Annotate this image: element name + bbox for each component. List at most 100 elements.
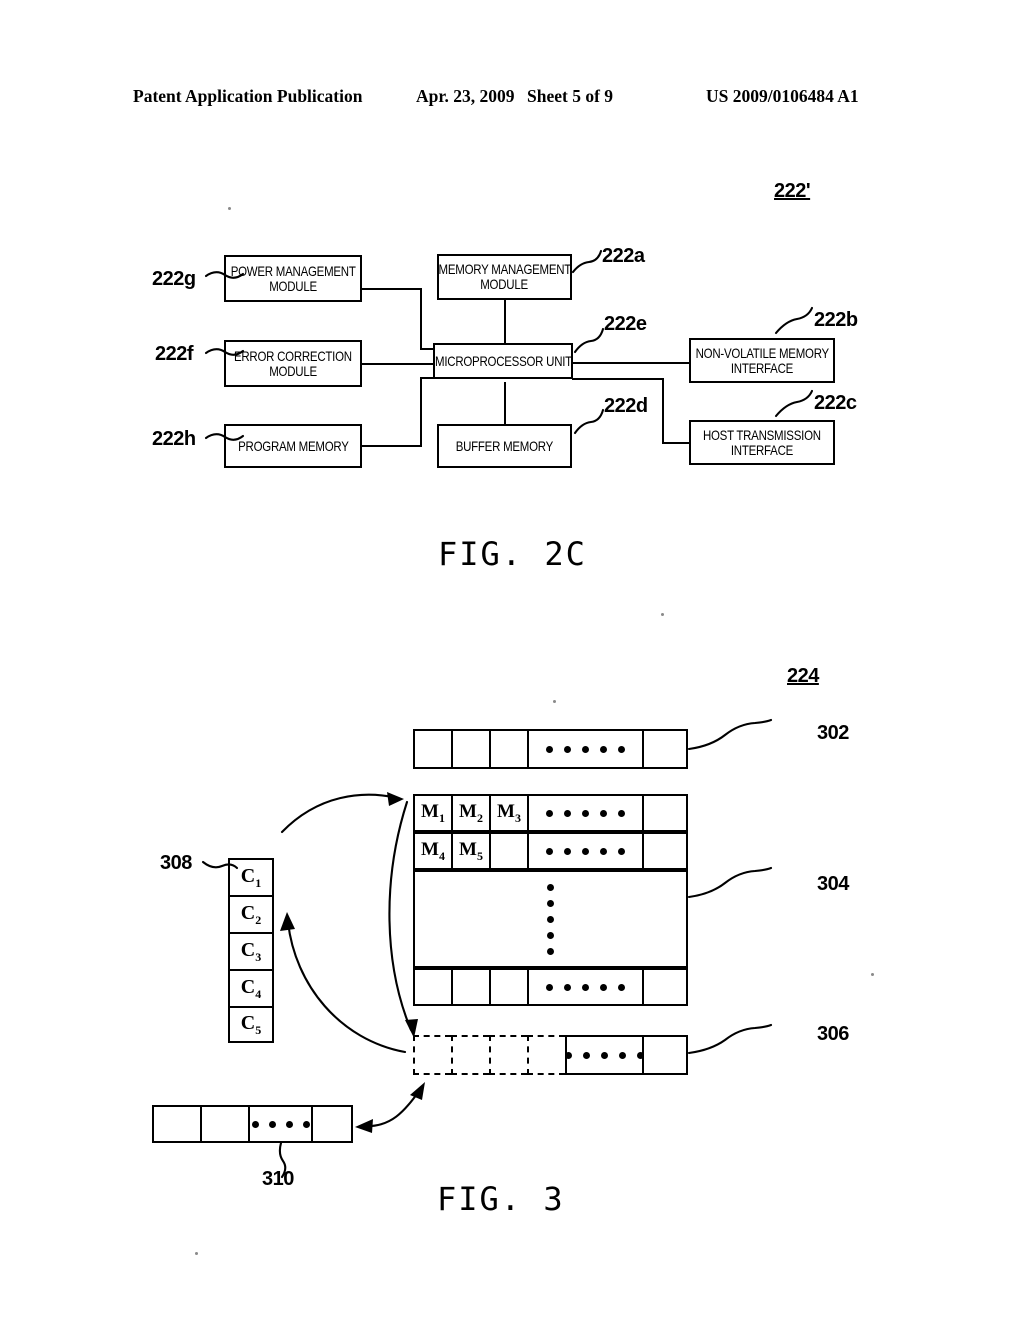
table-304-row-2: M4 M5: [413, 832, 688, 870]
block-error-correction-module-line1: ERROR CORRECTION: [234, 347, 352, 364]
conn-progmem-to-mpu-h: [362, 445, 422, 447]
block-host-transmission-interface-line2: INTERFACE: [730, 441, 794, 458]
block-memory-management-module-line2: MODULE: [480, 276, 529, 292]
ref-222d: 222d: [604, 395, 648, 417]
table-304-cell-m3: M3: [489, 794, 527, 832]
scan-speck: [195, 1252, 198, 1255]
row-310: [152, 1105, 353, 1143]
conn-mpu-to-buffer: [504, 382, 506, 425]
ref-304: 304: [817, 873, 849, 895]
leader-306: [687, 1023, 773, 1055]
figure-2c-caption: FIG. 2C: [438, 535, 587, 573]
dots-group: [546, 809, 625, 817]
block-error-correction-module-line2: MODULE: [269, 362, 317, 379]
label-m4: M4: [421, 838, 445, 863]
label-m5: M5: [459, 838, 483, 863]
row-302: [413, 729, 688, 769]
ref-222-prime: 222': [774, 180, 811, 202]
conn-memmgmt-to-mpu: [504, 299, 506, 344]
row-306: [413, 1035, 688, 1075]
conn-power-to-mpu-h: [362, 288, 422, 290]
label-c2: C2: [240, 901, 262, 927]
scan-speck: [661, 613, 664, 616]
arrow-306-to-308: [286, 920, 407, 1054]
vertical-dots-group: [547, 883, 554, 955]
arrowhead-308-to-304: [387, 792, 404, 806]
leader-222d: [573, 408, 605, 435]
column-308-cell-c4: C4: [228, 969, 274, 1006]
leader-304: [687, 866, 773, 899]
conn-progmem-to-mpu-v: [420, 377, 422, 447]
table-304-cell: [489, 968, 527, 1006]
conn-mpu-to-host-h2: [662, 442, 690, 444]
block-error-correction-module: ERROR CORRECTION MODULE: [224, 340, 362, 387]
ref-222f: 222f: [155, 343, 194, 365]
leader-222b: [774, 306, 814, 335]
label-m2: M2: [459, 800, 483, 825]
label-c1: C1: [240, 864, 262, 890]
row-302-dots-cell: [527, 729, 642, 769]
leader-302: [687, 718, 773, 751]
conn-mpu-to-nvm: [572, 362, 689, 364]
conn-power-to-mpu-v: [420, 288, 422, 350]
block-host-transmission-interface-line1: HOST TRANSMISSION: [703, 426, 821, 443]
leader-222c: [774, 389, 814, 418]
dots-group: [546, 983, 625, 991]
label-m1: M1: [421, 800, 445, 825]
column-308-cell-c3: C3: [228, 932, 274, 969]
block-non-volatile-memory-interface-line2: INTERFACE: [730, 359, 794, 376]
table-304-dots-cell: [527, 968, 642, 1006]
row-302-cell: [489, 729, 527, 769]
scan-speck: [228, 207, 231, 210]
arrowhead-310-right: [410, 1082, 425, 1100]
row-310-cell: [200, 1105, 248, 1143]
row-310-dots-cell: [248, 1105, 311, 1143]
block-microprocessor-unit: MICROPROCESSOR UNIT: [433, 343, 573, 379]
block-memory-management-module: MEMORY MANAGEMENT MODULE: [437, 254, 572, 300]
block-buffer-memory: BUFFER MEMORY: [437, 424, 572, 468]
table-304-row-1: M1 M2 M3: [413, 794, 688, 832]
conn-mpu-to-host-h: [572, 378, 664, 380]
row-306-cell: [642, 1035, 688, 1075]
table-304-cell: [642, 794, 688, 832]
arrow-310-link: [361, 1088, 422, 1128]
table-304-dots-cell: [527, 794, 642, 832]
row-306-dashed-cell: [413, 1035, 451, 1075]
ref-222h: 222h: [152, 428, 196, 450]
label-m3: M3: [497, 800, 521, 825]
table-304-cell: [642, 832, 688, 870]
block-host-transmission-interface: HOST TRANSMISSION INTERFACE: [689, 420, 835, 465]
block-non-volatile-memory-interface: NON-VOLATILE MEMORY INTERFACE: [689, 338, 835, 383]
block-power-management-module-line2: MODULE: [269, 277, 317, 294]
header-date: Apr. 23, 2009: [416, 86, 515, 106]
ref-224: 224: [787, 665, 819, 687]
scan-speck: [553, 700, 556, 703]
table-304-cell: [642, 968, 688, 1006]
row-306-dots-cell: [565, 1035, 644, 1075]
table-304-cell: [413, 968, 451, 1006]
ref-222c: 222c: [814, 392, 857, 414]
table-304-cell: [451, 968, 489, 1006]
table-304-cell-m5: M5: [451, 832, 489, 870]
column-308-cell-c2: C2: [228, 895, 274, 932]
header-publication: Patent Application Publication: [133, 86, 363, 106]
arrow-304-to-306: [388, 800, 413, 1032]
leader-222a: [571, 249, 603, 274]
header-patent-number: US 2009/0106484 A1: [706, 86, 859, 106]
scan-speck: [871, 973, 874, 976]
row-306-dashed-cell: [451, 1035, 489, 1075]
table-304-cell-m1: M1: [413, 794, 451, 832]
ref-222g: 222g: [152, 268, 196, 290]
conn-ecc-to-mpu: [362, 363, 440, 365]
ref-222b: 222b: [814, 309, 858, 331]
arrowhead-306-to-308: [280, 912, 295, 931]
figure-3-caption: FIG. 3: [437, 1180, 565, 1218]
table-304-cell-m2: M2: [451, 794, 489, 832]
label-c5: C5: [240, 1011, 262, 1037]
row-306-dashed-cell: [527, 1035, 565, 1075]
ref-222a: 222a: [602, 245, 645, 267]
block-program-memory: PROGRAM MEMORY: [224, 424, 362, 468]
page-header: Patent Application Publication Apr. 23, …: [0, 86, 1024, 112]
header-sheet: Sheet 5 of 9: [527, 86, 614, 106]
table-304-dots-cell: [527, 832, 642, 870]
